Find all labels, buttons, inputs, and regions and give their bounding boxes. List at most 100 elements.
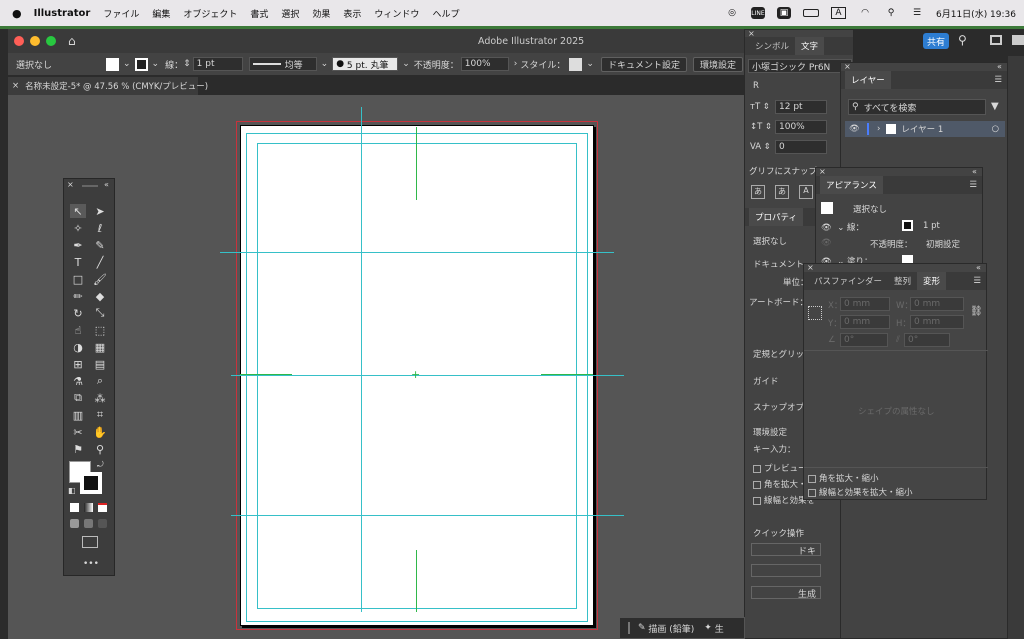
close-panel-icon[interactable]: × <box>807 263 814 272</box>
snap-options-section[interactable]: スナップオプ <box>753 401 804 413</box>
free-transform-tool-icon[interactable]: ⬚ <box>92 323 108 337</box>
stroke-row-value[interactable]: 1 pt <box>923 221 940 231</box>
app-menu[interactable]: Illustrator <box>34 8 91 19</box>
symbol-sprayer-tool-icon[interactable]: ⁂ <box>92 391 108 405</box>
menu-effect[interactable]: 効果 <box>312 7 330 20</box>
zoom-window-button[interactable] <box>46 36 56 46</box>
menu-view[interactable]: 表示 <box>343 7 361 20</box>
perspective-grid-tool-icon[interactable]: ▦ <box>92 340 108 354</box>
layer-row[interactable]: 👁 › レイヤー 1 ○ <box>845 121 1005 137</box>
checkbox-icon[interactable] <box>753 464 761 473</box>
puppet-warp-tool-icon[interactable]: ⚑ <box>70 442 86 456</box>
menu-window[interactable]: ウィンドウ <box>374 7 419 20</box>
menu-help[interactable]: ヘルプ <box>432 7 459 20</box>
checkbox-icon[interactable] <box>753 496 761 505</box>
draw-pencil-button[interactable]: 描画 (鉛筆) <box>648 622 694 635</box>
y-input[interactable]: 0 mm <box>840 315 890 329</box>
preview-checkbox[interactable]: プレビュー <box>753 462 807 474</box>
stroke-swatch[interactable] <box>902 220 913 231</box>
generate-button[interactable]: 生 <box>715 622 724 635</box>
workspace-icon[interactable] <box>990 35 1002 45</box>
line-tool-icon[interactable]: ╱ <box>92 255 108 269</box>
swap-colors-icon[interactable]: ⤾ <box>97 460 104 470</box>
scale-tool-icon[interactable]: ⤡ <box>92 306 108 320</box>
tab-character[interactable]: 文字 <box>795 37 825 55</box>
layer-search-input[interactable]: ⚲ すべてを検索 <box>848 99 986 115</box>
direct-selection-tool-icon[interactable]: ➤ <box>92 204 108 218</box>
eyedropper-tool-icon[interactable]: ⚗ <box>70 374 86 388</box>
appearance-tab[interactable]: アピアランス <box>820 176 883 194</box>
chevron-down-icon[interactable]: ⌄ <box>586 59 594 69</box>
opacity-row[interactable]: 👁 <box>821 238 832 248</box>
home-icon[interactable]: ⌂ <box>68 34 76 48</box>
collapse-panel-icon[interactable]: « <box>976 263 981 272</box>
paintbrush-tool-icon[interactable]: 🖌 <box>92 272 108 286</box>
document-tab[interactable]: × 名称未設定-5* @ 47.56 % (CMYK/プレビュー) <box>8 77 208 95</box>
share-button[interactable]: 共有 <box>923 33 949 49</box>
font-family-input[interactable]: 小塚ゴシック Pr6N <box>748 59 852 73</box>
menu-edit[interactable]: 編集 <box>152 7 170 20</box>
warp-tool-icon[interactable]: ☝ <box>70 323 86 337</box>
scale-strokes-checkbox[interactable]: 線幅と効果を拡大・縮小 <box>808 486 913 498</box>
snap-glyph-icon[interactable]: あ <box>775 185 789 199</box>
opacity-row-value[interactable]: 初期設定 <box>926 238 960 250</box>
w-input[interactable]: 0 mm <box>910 297 964 311</box>
fill-swatch[interactable] <box>106 57 119 71</box>
panel-grip[interactable] <box>82 185 98 187</box>
battery-icon[interactable] <box>803 9 819 17</box>
rotate-input[interactable]: 0° <box>840 333 888 347</box>
clock[interactable]: 6月11日(水) 19:36 <box>936 7 1016 20</box>
snap-glyph-icon[interactable]: あ <box>751 185 765 199</box>
font-style-value[interactable]: R <box>753 81 759 91</box>
chevron-down-icon[interactable]: ⌄ <box>152 59 160 69</box>
hand-tool-icon[interactable]: ✋ <box>92 425 108 439</box>
brush-select[interactable]: ● 5 pt. 丸筆 <box>332 57 399 71</box>
checkbox-icon[interactable] <box>753 480 761 489</box>
visibility-eye-icon[interactable]: 👁 <box>821 223 832 233</box>
artboard-tool-icon[interactable]: ⌗ <box>92 408 108 422</box>
none-mode-icon[interactable] <box>98 503 107 512</box>
tracking-input[interactable]: 0 <box>775 140 827 154</box>
draw-behind-icon[interactable] <box>84 519 93 528</box>
vertical-scale-input[interactable]: 100% <box>775 120 827 134</box>
filter-icon[interactable]: ▼ <box>991 101 999 112</box>
scale-corners-checkbox[interactable]: 角を拡大・ <box>753 478 807 490</box>
preferences-button[interactable]: 環境設定 <box>692 56 743 72</box>
tab-align[interactable]: 整列 <box>888 275 917 287</box>
slice-tool-icon[interactable]: ✂ <box>70 425 86 439</box>
menu-file[interactable]: ファイル <box>103 7 139 20</box>
stepper-icon[interactable]: ⇕ <box>183 59 191 69</box>
magic-wand-tool-icon[interactable]: ✧ <box>70 221 86 235</box>
search-icon[interactable]: ⚲ <box>958 33 967 47</box>
checkbox-icon[interactable] <box>808 488 816 497</box>
panel-menu-icon[interactable]: ☰ <box>973 276 981 286</box>
column-graph-tool-icon[interactable]: ▥ <box>70 408 86 422</box>
h-input[interactable]: 0 mm <box>910 315 964 329</box>
eraser-tool-icon[interactable]: ◆ <box>92 289 108 303</box>
line-app-icon[interactable]: LINE <box>751 7 765 19</box>
close-panel-icon[interactable]: × <box>67 180 74 189</box>
snap-glyph-icon[interactable]: A <box>799 185 813 199</box>
minimize-window-button[interactable] <box>30 36 40 46</box>
layers-tab[interactable]: レイヤー <box>845 71 891 89</box>
chevron-down-icon[interactable]: ⌄ <box>123 59 131 69</box>
panel-menu-icon[interactable]: ☰ <box>969 180 977 190</box>
color-mode-icon[interactable] <box>70 503 79 512</box>
gradient-mode-icon[interactable] <box>84 503 93 512</box>
shape-builder-tool-icon[interactable]: ◑ <box>70 340 86 354</box>
more-tools-icon[interactable]: ••• <box>83 559 99 569</box>
guide-vertical[interactable] <box>361 107 362 612</box>
collapse-panel-icon[interactable]: « <box>104 180 109 189</box>
reference-point-icon[interactable] <box>808 306 822 320</box>
stroke-swatch[interactable] <box>134 57 148 71</box>
lasso-tool-icon[interactable]: ℓ <box>92 221 108 235</box>
target-icon[interactable]: ○ <box>992 124 999 134</box>
selection-tool-icon[interactable]: ↖ <box>70 204 86 218</box>
visibility-eye-icon[interactable]: 👁 <box>849 124 867 134</box>
screen-record-icon[interactable]: ▣ <box>777 7 791 19</box>
close-panel-icon[interactable]: × <box>819 167 826 176</box>
chevron-right-icon[interactable]: › <box>514 59 518 69</box>
menu-select[interactable]: 選択 <box>281 7 299 20</box>
menu-object[interactable]: オブジェクト <box>183 7 237 20</box>
constrain-link-icon[interactable]: ⛓ <box>970 306 983 317</box>
